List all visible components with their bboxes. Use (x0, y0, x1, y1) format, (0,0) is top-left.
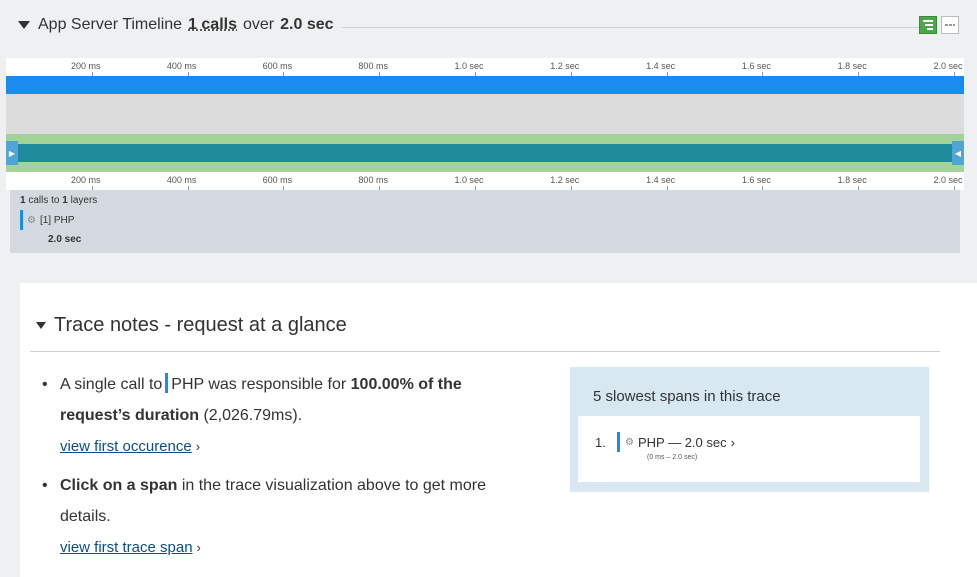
range-handle-left[interactable]: ▶ (6, 141, 18, 165)
chevron-right-icon: › (195, 439, 201, 454)
view-first-occurence-link[interactable]: view first occurence (60, 438, 192, 455)
timeline-title: App Server Timeline (38, 16, 183, 33)
ruler-tick-label: 2.0 sec (933, 175, 963, 185)
range-handle-right[interactable]: ◀ (952, 141, 964, 165)
time-ruler-top: 200 ms 400 ms 600 ms 800 ms 1.0 sec 1.2 sec 1.… (6, 58, 964, 76)
ruler-tick-label: 800 ms (358, 61, 388, 71)
ruler-tick-label: 1.0 sec (454, 61, 484, 71)
slow-span-item[interactable]: 1. ⚙ PHP — 2.0 sec › (595, 432, 735, 452)
ruler-tick-label: 200 ms (71, 175, 101, 185)
empty-track (6, 94, 964, 134)
layers-legend: 1 calls to 1 layers ⚙ [1] PHP 2.0 sec (10, 190, 960, 253)
ruler-tick-label: 1.6 sec (741, 175, 771, 185)
layer-color-swatch (165, 373, 169, 393)
flat-view-button[interactable] (941, 16, 959, 34)
trace-notes-title: Trace notes - request at a glance (54, 314, 347, 336)
slow-span-label: PHP — 2.0 sec (637, 434, 727, 450)
ruler-tick-label: 1.0 sec (454, 175, 484, 185)
timeline-header: App Server Timeline 1 calls over 2.0 sec (0, 0, 977, 50)
ruler-tick-label: 400 ms (166, 61, 197, 71)
ruler-tick-label: 1.6 sec (741, 61, 771, 71)
trace-notes-toggle[interactable]: Trace notes - request at a glance (36, 314, 347, 337)
slow-span-range: (0 ms – 2.0 sec) (647, 454, 698, 461)
slowest-spans-box: 5 slowest spans in this trace 1. ⚙ PHP —… (570, 367, 929, 492)
note-item: A single call toPHP was responsible for … (42, 369, 520, 462)
collapse-triangle-icon[interactable] (18, 21, 30, 29)
slowest-spans-title: 5 slowest spans in this trace (593, 388, 781, 405)
total-duration: 2.0 sec (280, 16, 334, 33)
ruler-tick-label: 1.2 sec (550, 61, 580, 71)
layer-duration: 2.0 sec (48, 234, 82, 245)
ruler-tick-label: 1.8 sec (837, 175, 867, 185)
ruler-tick-label: 200 ms (71, 61, 101, 71)
ruler-tick-label: 2.0 sec (933, 61, 963, 71)
slowest-spans-list: 1. ⚙ PHP — 2.0 sec › (0 ms – 2.0 sec) (578, 416, 920, 482)
gears-icon: ⚙ (27, 214, 36, 226)
layers-summary: 1 calls to 1 layers (20, 195, 98, 206)
layer-color-swatch (20, 210, 23, 230)
layer-color-swatch (617, 432, 620, 452)
timeline-toggle[interactable]: App Server Timeline 1 calls over 2.0 sec (18, 16, 342, 34)
overview-track[interactable] (6, 144, 964, 162)
layer-name: [1] PHP (39, 214, 75, 226)
chevron-right-icon: › (196, 540, 201, 555)
trace-notes-panel: Trace notes - request at a glance A sing… (20, 283, 977, 577)
ruler-tick-label: 800 ms (358, 175, 388, 185)
ruler-tick-label: 1.4 sec (646, 61, 676, 71)
ruler-tick-label: 1.8 sec (837, 61, 867, 71)
ruler-tick-label: 600 ms (262, 61, 293, 71)
tree-view-icon (923, 20, 933, 30)
php-layer-track[interactable] (6, 76, 964, 94)
panel-divider (30, 351, 940, 352)
view-first-trace-span-link[interactable]: view first trace span (60, 539, 193, 556)
header-divider (330, 27, 929, 28)
time-ruler-bottom: 200 ms 400 ms 600 ms 800 ms 1.0 sec 1.2 sec 1.… (6, 172, 964, 190)
note-item: Click on a span in the trace visualizati… (42, 470, 520, 563)
gears-icon: ⚙ (625, 436, 634, 448)
flat-view-icon (945, 24, 955, 26)
calls-count[interactable]: 1 calls (188, 16, 237, 34)
ruler-tick-label: 1.2 sec (550, 175, 580, 185)
ruler-tick-label: 600 ms (262, 175, 293, 185)
over-label: over (243, 16, 275, 33)
collapse-triangle-icon[interactable] (36, 322, 46, 329)
ruler-tick-label: 400 ms (166, 175, 197, 185)
notes-list: A single call toPHP was responsible for … (42, 369, 520, 563)
layer-item-php[interactable]: ⚙ [1] PHP (20, 210, 74, 230)
tree-view-button[interactable] (919, 16, 937, 34)
ruler-tick-label: 1.4 sec (646, 175, 676, 185)
chevron-right-icon: › (730, 434, 735, 450)
